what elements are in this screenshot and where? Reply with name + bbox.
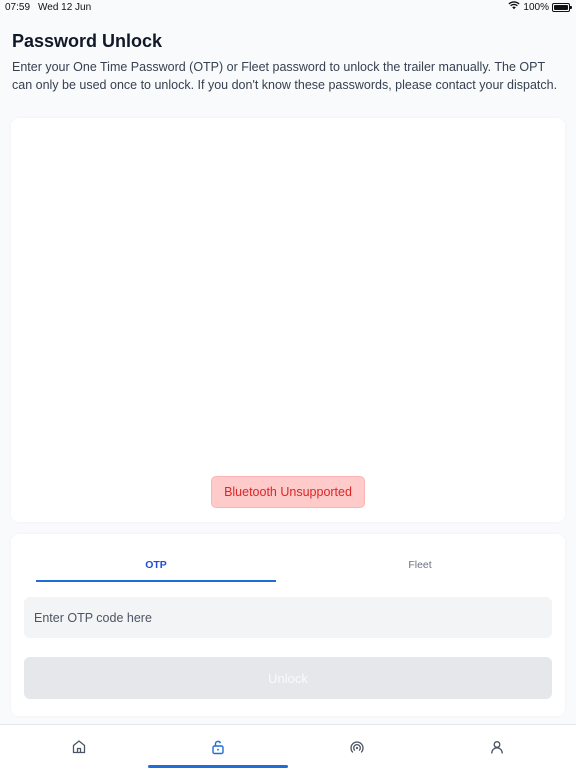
page-title: Password Unlock [12,31,163,51]
bluetooth-status-badge: Bluetooth Unsupported [211,476,365,508]
status-date: Wed 12 Jun [38,2,92,13]
wifi-icon [508,1,520,13]
unlock-icon [210,739,226,760]
tab-fleet[interactable]: Fleet [300,550,540,582]
profile-icon [489,739,505,760]
signal-icon [349,739,365,760]
otp-input[interactable] [24,597,552,638]
status-indicators: 100% [508,1,572,13]
nav-home[interactable] [67,737,91,761]
nav-unlock[interactable] [206,737,230,761]
status-time: 07:59 [5,2,31,13]
tab-otp[interactable]: OTP [36,550,276,582]
scanner-card [11,118,565,522]
unlock-button[interactable]: Unlock [24,657,552,699]
bottom-nav [0,724,576,768]
nav-profile[interactable] [485,737,509,761]
battery-percent: 100% [523,1,549,13]
home-icon [71,739,87,760]
nav-signal[interactable] [345,737,369,761]
battery-level [554,4,568,10]
battery-icon [552,2,572,12]
page-description: Enter your One Time Password (OTP) or Fl… [12,60,558,92]
status-bar: 07:59 Wed 12 Jun 100% [0,0,576,16]
